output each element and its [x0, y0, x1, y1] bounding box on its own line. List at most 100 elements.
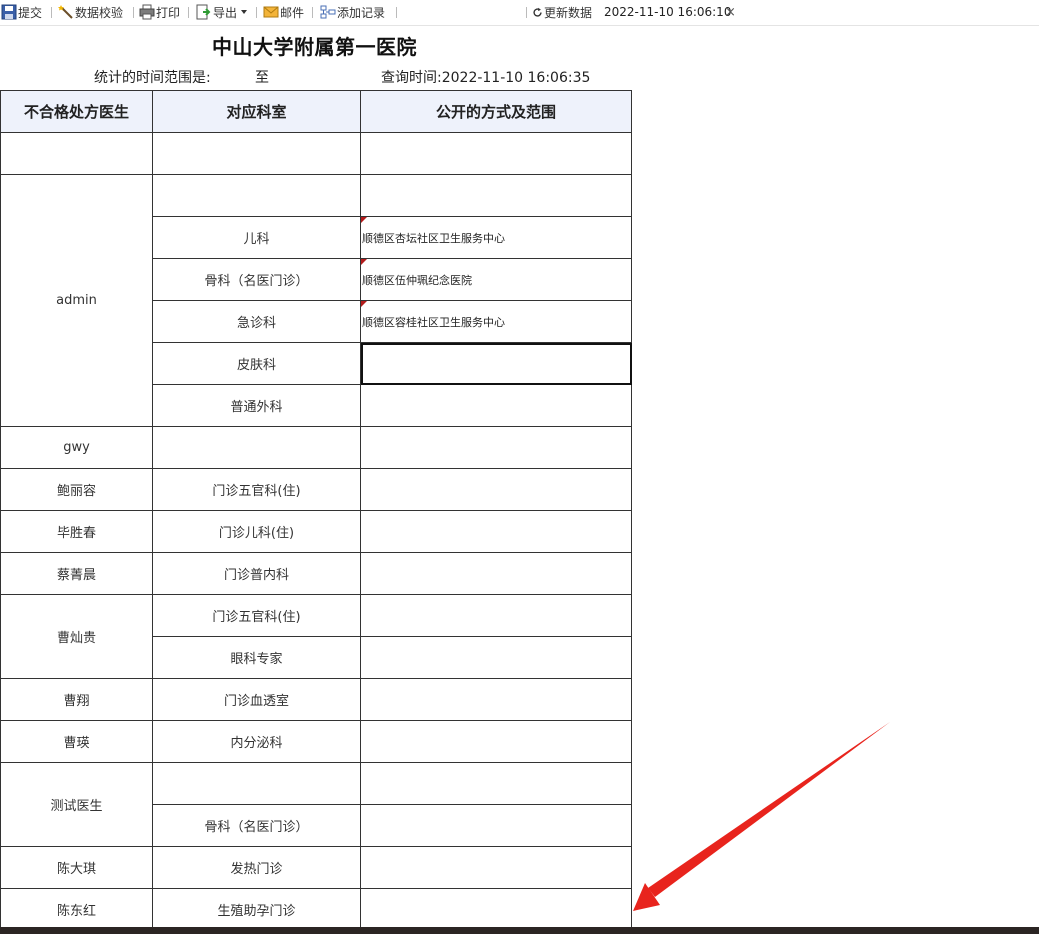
department-cell[interactable] [152, 426, 361, 469]
printer-icon [139, 4, 155, 20]
scope-cell[interactable] [360, 468, 632, 511]
scope-cell[interactable]: 顺德区容桂社区卫生服务中心 [360, 300, 632, 343]
doctor-cell[interactable] [0, 132, 153, 175]
scope-cell[interactable] [360, 636, 632, 679]
department-cell[interactable]: 门诊血透室 [152, 678, 361, 721]
validate-wand-icon [58, 5, 73, 19]
table-row: 蔡菁晨 门诊普内科 [0, 552, 632, 595]
add-record-label: 添加记录 [337, 5, 386, 20]
doctor-cell[interactable]: 曹瑛 [0, 720, 153, 763]
doctor-cell[interactable]: admin [0, 174, 153, 427]
table-row [0, 132, 632, 175]
scope-cell[interactable]: 顺德区伍仲珮纪念医院 [360, 258, 632, 301]
scope-cell[interactable] [360, 384, 632, 427]
scope-cell[interactable] [360, 678, 632, 721]
scope-text: 顺德区杏坛社区卫生服务中心 [362, 231, 505, 245]
arrow-shaft [648, 722, 890, 897]
department-cell[interactable]: 门诊五官科(住) [152, 468, 361, 511]
department-cell[interactable] [152, 762, 361, 805]
department-cell[interactable]: 皮肤科 [152, 342, 361, 385]
scope-cell[interactable] [360, 426, 632, 469]
add-record-icon [320, 5, 336, 19]
department-cell[interactable]: 骨科（名医门诊） [152, 258, 361, 301]
department-cell[interactable]: 门诊儿科(住) [152, 510, 361, 553]
department-cell[interactable]: 普通外科 [152, 384, 361, 427]
doctor-cell[interactable]: 陈东红 [0, 888, 153, 931]
toolbar-divider [188, 7, 189, 18]
scope-cell[interactable] [360, 552, 632, 595]
export-dropdown[interactable]: 导出 [196, 0, 248, 24]
refresh-label: 更新数据 [544, 5, 593, 20]
comment-flag-icon [361, 301, 367, 307]
toolbar-divider [526, 7, 527, 18]
department-cell[interactable]: 儿科 [152, 216, 361, 259]
table-row: 陈东红 生殖助孕门诊 [0, 888, 632, 931]
refresh-timestamp: 2022-11-10 16:06:10 [604, 5, 732, 19]
scope-cell[interactable] [360, 510, 632, 553]
table-row: 毕胜春 门诊儿科(住) [0, 510, 632, 553]
doctor-cell[interactable]: 测试医生 [0, 762, 153, 847]
report-table: 不合格处方医生 对应科室 公开的方式及范围 admin 儿科 顺德区杏坛社区卫生… [0, 90, 632, 931]
table-row: 测试医生 [0, 762, 632, 847]
table-row: 曹翔 门诊血透室 [0, 678, 632, 721]
department-cell[interactable]: 急诊科 [152, 300, 361, 343]
table-row: 曹瑛 内分泌科 [0, 720, 632, 763]
department-cell[interactable] [152, 174, 361, 217]
scope-cell[interactable] [360, 888, 632, 931]
export-label: 导出 [213, 5, 238, 20]
scope-cell[interactable] [360, 720, 632, 763]
department-cell[interactable]: 骨科（名医门诊） [152, 804, 361, 847]
table-row: gwy [0, 426, 632, 469]
refresh-button[interactable]: 更新数据 [532, 0, 592, 24]
table-row: admin [0, 174, 632, 427]
doctor-cell[interactable]: 蔡菁晨 [0, 552, 153, 595]
validate-label: 数据校验 [75, 5, 124, 20]
submit-button[interactable]: 提交 [1, 0, 42, 24]
department-cell[interactable]: 生殖助孕门诊 [152, 888, 361, 931]
table-row: 鲍丽容 门诊五官科(住) [0, 468, 632, 511]
close-icon[interactable]: × [725, 0, 736, 24]
doctor-cell[interactable]: 曹灿贵 [0, 594, 153, 679]
scope-text: 顺德区容桂社区卫生服务中心 [362, 315, 505, 329]
scope-cell-selected[interactable] [360, 342, 632, 385]
scope-cell[interactable] [360, 174, 632, 217]
chevron-down-icon [241, 10, 248, 14]
doctor-cell[interactable]: gwy [0, 426, 153, 469]
department-cell[interactable]: 内分泌科 [152, 720, 361, 763]
doctor-cell[interactable]: 鲍丽容 [0, 468, 153, 511]
scope-cell[interactable] [360, 762, 632, 805]
department-cell[interactable]: 门诊五官科(住) [152, 594, 361, 637]
department-cell[interactable]: 眼科专家 [152, 636, 361, 679]
department-cell[interactable]: 门诊普内科 [152, 552, 361, 595]
department-cell[interactable]: 发热门诊 [152, 846, 361, 889]
comment-flag-icon [361, 217, 367, 223]
bottom-taskbar-strip [0, 927, 1039, 934]
doctor-cell[interactable]: 毕胜春 [0, 510, 153, 553]
mail-icon [263, 6, 279, 18]
print-label: 打印 [156, 5, 181, 20]
toolbar-divider [396, 7, 397, 18]
column-header-scope: 公开的方式及范围 [360, 90, 632, 133]
stat-range-label: 统计的时间范围是: [94, 70, 211, 86]
validate-button[interactable]: 数据校验 [58, 0, 123, 24]
add-record-button[interactable]: 添加记录 [320, 0, 385, 24]
toolbar-divider [312, 7, 313, 18]
arrow-head [633, 883, 660, 911]
scope-cell[interactable] [360, 804, 632, 847]
doctor-cell[interactable]: 陈大琪 [0, 846, 153, 889]
print-button[interactable]: 打印 [139, 0, 180, 24]
refresh-icon [533, 7, 542, 17]
scope-cell[interactable]: 顺德区杏坛社区卫生服务中心 [360, 216, 632, 259]
table-row: 曹灿贵 门诊五官科(住) [0, 594, 632, 679]
department-cell[interactable] [152, 132, 361, 175]
toolbar-divider [51, 7, 52, 18]
query-time: 查询时间:2022-11-10 16:06:35 [381, 70, 591, 86]
doctor-cell[interactable]: 曹翔 [0, 678, 153, 721]
mail-button[interactable]: 邮件 [263, 0, 304, 24]
scope-cell[interactable] [360, 132, 632, 175]
table-header-row: 不合格处方医生 对应科室 公开的方式及范围 [0, 90, 632, 133]
scope-cell[interactable] [360, 846, 632, 889]
toolbar-divider [256, 7, 257, 18]
scope-cell[interactable] [360, 594, 632, 637]
submit-label: 提交 [18, 5, 43, 20]
